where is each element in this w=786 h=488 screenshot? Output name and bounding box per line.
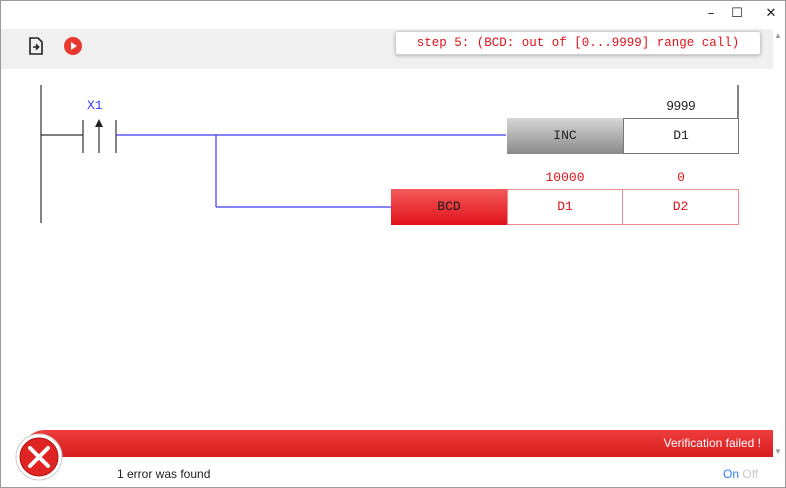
inc-operand-d1[interactable]: D1 [623,118,739,154]
bcd-source-value: 10000 [545,170,585,185]
bcd-operand-d2[interactable]: D2 [622,189,739,225]
bcd-dest-value: 0 [677,170,685,185]
run-icon[interactable] [63,36,83,56]
d1-current-value: 9999 [666,98,696,113]
verification-band: Verification failed ! [21,430,773,457]
inc-instruction[interactable]: INC [507,118,623,154]
contact-label: X1 [87,98,103,113]
close-button[interactable]: ✕ [753,3,785,25]
export-icon[interactable] [26,36,46,56]
maximize-button[interactable]: ☐ [719,3,755,25]
bcd-instruction[interactable]: BCD [391,189,507,225]
vertical-scrollbar[interactable]: ▲ ▼ [773,29,785,459]
scroll-down-icon[interactable]: ▼ [774,447,782,456]
app-window: – ☐ ✕ step 5: (BCD: out of [0...9999] ra… [0,0,786,488]
scroll-up-icon[interactable]: ▲ [774,31,782,40]
error-count: 1 error was found [117,467,211,481]
step-message: step 5: (BCD: out of [0...9999] range ca… [395,31,761,55]
verification-status: Verification failed ! [663,436,761,450]
status-panel: Verification failed ! 1 error was found … [1,429,773,487]
on-off-toggle[interactable]: On Off [723,467,758,481]
toggle-off-label[interactable]: Off [742,467,758,481]
title-bar: – ☐ ✕ [1,1,785,29]
error-icon [9,431,69,483]
toggle-on-label[interactable]: On [723,467,739,481]
bcd-operand-d1[interactable]: D1 [507,189,623,225]
